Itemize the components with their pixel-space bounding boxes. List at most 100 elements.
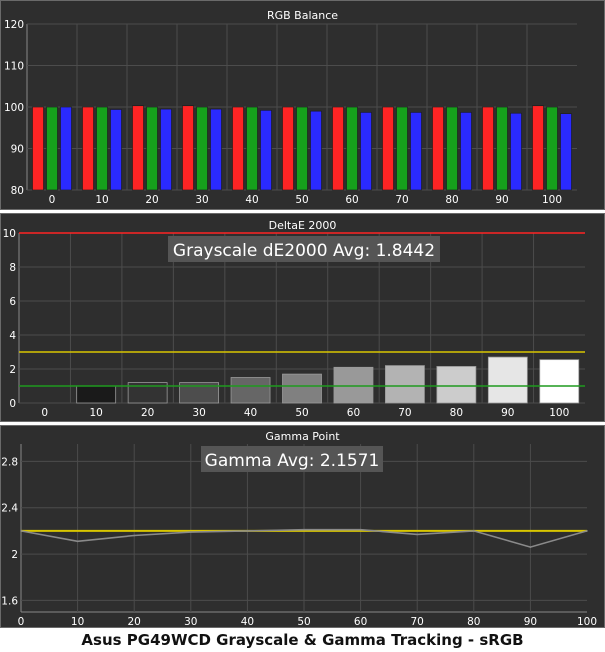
x-tick-label: 0 [41,407,48,419]
bar-deltae-90 [487,356,528,404]
gamma-point-10 [76,540,79,543]
bar-green-50 [296,106,308,191]
bar-green-10 [96,106,108,191]
bar-red-10 [82,106,94,191]
x-tick-label: 60 [345,194,358,206]
gamma-point-40 [246,530,249,532]
chart-title: Gamma Point [265,430,340,443]
bar-red-90 [482,106,494,191]
x-tick-label: 40 [244,407,257,419]
gamma-point-50 [303,528,305,531]
x-tick-label: 60 [354,616,367,628]
chart-panel-1: RGB Balance 80 90 100 110 120 0 10 20 30 40 50 60 70 8… [0,0,605,210]
bar-red-60 [332,106,344,191]
x-tick-label: 90 [524,616,537,628]
y-tick-label: 2 [11,549,18,561]
x-tick-label: 30 [195,194,208,206]
bar-blue-100 [560,113,572,191]
x-tick-label: 20 [128,616,141,628]
y-tick-label: 120 [4,19,24,31]
bar-blue-20 [160,108,172,191]
x-tick-label: 0 [49,194,56,206]
y-tick-label: 1.6 [1,595,18,607]
gamma-point-80 [473,530,475,532]
gamma-point-60 [359,528,362,531]
y-tick-label: 100 [4,102,24,114]
x-tick-label: 100 [549,407,569,419]
bar-red-20 [132,105,144,191]
chart-title: DeltaE 2000 [269,219,337,232]
y-tick-label: 2.8 [1,456,18,468]
y-tick-label: 110 [4,61,24,73]
x-tick-label: 50 [297,616,310,628]
x-tick-label: 50 [295,407,308,419]
x-tick-label: 100 [577,616,597,628]
x-tick-label: 50 [295,194,308,206]
y-tick-label: 4 [9,330,16,342]
x-tick-label: 20 [141,407,154,419]
bar-red-70 [382,106,394,191]
report-caption: Asus PG49WCD Grayscale & Gamma Tracking … [81,631,524,649]
bar-deltae-100 [539,359,580,404]
gamma-point-70 [416,533,419,536]
bar-blue-0 [60,106,72,191]
x-tick-label: 0 [18,616,25,628]
bar-deltae-10 [76,385,117,404]
x-tick-label: 30 [192,407,205,419]
bar-green-80 [446,106,458,191]
y-tick-label: 8 [9,262,16,274]
bar-green-20 [146,106,158,191]
bar-green-90 [496,106,508,191]
x-tick-label: 40 [241,616,254,628]
y-tick-label: 2 [9,364,16,376]
bar-red-40 [232,106,244,191]
x-tick-label: 90 [501,407,514,419]
y-tick-label: 0 [9,398,16,410]
x-tick-label: 20 [145,194,158,206]
bar-deltae-70 [385,365,425,404]
bar-red-80 [432,106,444,191]
bar-blue-60 [360,112,372,191]
gamma-point-20 [133,534,135,537]
bar-green-100 [546,106,558,191]
x-tick-label: 100 [542,194,562,206]
gamma-point-90 [529,546,532,548]
bar-green-70 [396,106,408,191]
calibration-report: RGB Balance80901001101200 10 20 30 40 50 60 70 8… [0,0,605,628]
chart-panel-3: Gamma Point 1.6 2 2.4 2.8 0 10 20 30 40 50 60 70 80 90… [0,425,605,628]
bar-green-0 [46,106,58,191]
x-tick-label: 10 [71,616,84,628]
x-tick-label: 90 [495,194,508,206]
bar-green-40 [246,106,258,191]
bar-red-50 [282,106,294,191]
bar-deltae-40 [230,377,271,404]
x-tick-label: 30 [184,616,197,628]
chart-title: RGB Balance [267,9,338,22]
bar-green-30 [196,106,208,191]
y-tick-label: 10 [3,228,16,240]
y-tick-label: 90 [11,144,24,156]
x-tick-label: 10 [95,194,108,206]
bar-deltae-80 [436,366,477,404]
x-tick-label: 80 [445,194,458,206]
annotation-text: Gamma Avg: 2.1571 [205,451,380,471]
bar-blue-10 [110,109,122,191]
gamma-point-0 [20,530,22,532]
x-tick-label: 80 [450,407,463,419]
x-tick-label: 10 [89,407,102,419]
bar-blue-50 [310,110,322,191]
y-tick-label: 6 [9,296,16,308]
bar-blue-70 [410,112,422,191]
x-tick-label: 80 [467,616,480,628]
bar-deltae-50 [282,373,322,404]
gamma-point-100 [586,530,588,532]
bar-blue-40 [260,110,272,191]
y-tick-label: 80 [11,185,24,197]
bar-red-0 [32,106,44,191]
chart-panel-2: DeltaE 200002468100 10 20 30 40 50 60 70 80 90 100… [0,213,605,422]
bar-red-100 [532,105,544,191]
x-tick-label: 60 [347,407,360,419]
gamma-point-30 [190,531,192,533]
bar-green-60 [346,106,358,191]
x-tick-label: 70 [411,616,424,628]
